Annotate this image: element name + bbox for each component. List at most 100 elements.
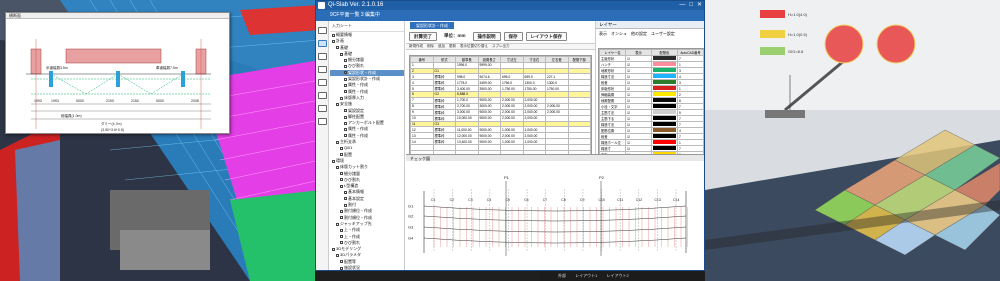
layer-color-cell[interactable] <box>651 79 678 86</box>
list-icon[interactable] <box>318 79 327 86</box>
checkbox-icon[interactable] <box>344 71 347 75</box>
checkbox-icon[interactable] <box>340 228 343 232</box>
table-icon[interactable] <box>318 92 327 99</box>
layer-color-cell[interactable] <box>651 127 678 134</box>
layer-color-cell[interactable] <box>651 73 678 80</box>
checkbox-icon[interactable] <box>340 266 343 270</box>
checkbox-icon[interactable] <box>340 209 343 213</box>
layer-color-cell[interactable] <box>651 91 678 98</box>
color-swatch <box>653 134 676 138</box>
export-icon[interactable] <box>318 105 327 112</box>
layer-color-cell[interactable] <box>651 139 678 146</box>
layer-color-cell[interactable] <box>651 85 678 92</box>
cross-section-drawing: 1993 1993 5000 2150 2150 5000 2008 歩道幅員3… <box>26 39 211 132</box>
cross-beam-label: C12 <box>636 198 642 202</box>
layer-color-cell[interactable] <box>651 109 678 116</box>
layer-color-cell[interactable] <box>651 121 678 128</box>
radio-display[interactable]: 表示 <box>599 31 607 37</box>
checkbox-icon[interactable] <box>340 260 343 264</box>
qi-slab-window: Qi-Slab Ver. 2.1.0.16 — □ ✕ 9CF平面一覧 3 編集… <box>315 0 705 271</box>
window-icon[interactable] <box>318 53 327 60</box>
tab-layout2[interactable]: レイアウト2 <box>606 273 628 278</box>
checkbox-icon[interactable] <box>344 58 347 62</box>
layout-save-button[interactable]: レイアウト保存 <box>525 31 568 41</box>
radio-mesh[interactable]: オンシュ <box>611 31 627 37</box>
minimize-button[interactable]: — <box>679 1 685 10</box>
checkbox-icon[interactable] <box>336 102 339 106</box>
export-button[interactable]: スプレ出力 <box>492 44 510 49</box>
tab-active[interactable]: 架設形状計・作成 <box>410 22 454 29</box>
checkbox-icon[interactable] <box>344 77 347 81</box>
checkbox-icon[interactable] <box>340 172 343 176</box>
checkbox-icon[interactable] <box>340 96 343 100</box>
checkbox-icon[interactable] <box>344 84 347 88</box>
checkbox-icon[interactable] <box>344 134 347 138</box>
edit-icon[interactable] <box>318 40 327 47</box>
save-button[interactable]: 保存 <box>503 31 523 41</box>
layer-color-cell[interactable] <box>651 97 678 104</box>
checkbox-icon[interactable] <box>344 191 347 195</box>
section-dim-4: 2150 <box>106 99 114 103</box>
maximize-button[interactable]: □ <box>689 1 693 10</box>
document-bar: 9CF平面一覧 3 編集中 <box>316 10 704 21</box>
color-swatch <box>653 116 676 120</box>
checkbox-icon[interactable] <box>332 33 335 37</box>
checkbox-icon[interactable] <box>344 121 347 125</box>
new-button[interactable]: 新規作成 <box>409 44 423 49</box>
layout-icon[interactable] <box>318 66 327 73</box>
checkbox-icon[interactable] <box>340 241 343 245</box>
checkbox-icon[interactable] <box>336 222 339 226</box>
help-button[interactable]: 操作説明 <box>472 31 501 41</box>
checkbox-icon[interactable] <box>340 235 343 239</box>
checkbox-icon[interactable] <box>344 197 347 201</box>
layer-color-cell[interactable] <box>651 145 678 152</box>
cross-section-window[interactable]: 横断面 1993 1993 5000 2150 2150 5000 2008 歩… <box>5 12 230 134</box>
update-button[interactable]: 更新 <box>449 44 456 49</box>
section-label-3: 総幅員(1.0m) <box>61 113 82 118</box>
checkbox-icon[interactable] <box>332 39 335 43</box>
delete-button[interactable]: 削除 <box>427 44 434 49</box>
checkbox-icon[interactable] <box>336 254 339 258</box>
layer-color-cell[interactable] <box>651 103 678 110</box>
checkbox-icon[interactable] <box>344 65 347 69</box>
right-3d-viewport[interactable]: H=1.0(4.0) H=1.0(0.5) GIG=8.8 <box>705 0 1000 281</box>
layer-color-cell[interactable] <box>651 61 678 68</box>
checkbox-icon[interactable] <box>340 153 343 157</box>
checkbox-icon[interactable] <box>344 115 347 119</box>
cross-beam-label: C4 <box>487 198 492 202</box>
checkbox-icon[interactable] <box>340 146 343 150</box>
checkbox-icon[interactable] <box>344 203 347 207</box>
checkbox-icon[interactable] <box>344 90 347 94</box>
pier-label: P1 <box>504 175 510 180</box>
checkbox-icon[interactable] <box>344 128 347 132</box>
checkbox-icon[interactable] <box>344 109 347 113</box>
calc-complete-button[interactable]: 計算完了 <box>409 31 437 41</box>
section-dim-3: 5000 <box>76 99 84 103</box>
checkbox-icon[interactable] <box>340 184 343 188</box>
checkbox-icon[interactable] <box>340 52 343 56</box>
cross-beam-label: C1 <box>431 198 436 202</box>
home-icon[interactable] <box>318 27 327 34</box>
input-sheet-tree: 入力シート 概要情報 計画 基礎 基礎 細分諸量 ひび割れ 架設形状・作成 架設形状計・作成属… <box>330 21 405 270</box>
check-diagram[interactable]: C1 C2 C3 C4 C5 C6 C7 C8 C9 C10 C11 C12 C13 C14 G1 G2 G3 G… <box>406 161 704 270</box>
layer-color-cell[interactable] <box>651 115 678 122</box>
checkbox-icon[interactable] <box>340 178 343 182</box>
checkbox-icon[interactable] <box>336 165 339 169</box>
checkbox-icon[interactable] <box>336 140 339 144</box>
gear-icon[interactable] <box>318 118 327 125</box>
radio-other[interactable]: 他の設定 <box>631 31 647 37</box>
checkbox-icon[interactable] <box>336 46 339 50</box>
layer-color-cell[interactable] <box>651 55 678 62</box>
checkbox-icon[interactable] <box>332 159 335 163</box>
close-button[interactable]: ✕ <box>697 1 702 10</box>
radio-user[interactable]: ユーザー設定 <box>651 31 675 37</box>
toggle-position-button[interactable]: 表示位置切り替え <box>460 44 488 49</box>
checkbox-icon[interactable] <box>332 247 335 251</box>
checkbox-icon[interactable] <box>340 216 343 220</box>
color-swatch <box>653 128 676 132</box>
layer-color-cell[interactable] <box>651 67 678 74</box>
tab-layout1[interactable]: レイアウト1 <box>575 273 597 278</box>
add-button[interactable]: 追加 <box>438 44 445 49</box>
layer-color-cell[interactable] <box>651 133 678 140</box>
tab-model[interactable]: 外部 <box>558 273 566 278</box>
